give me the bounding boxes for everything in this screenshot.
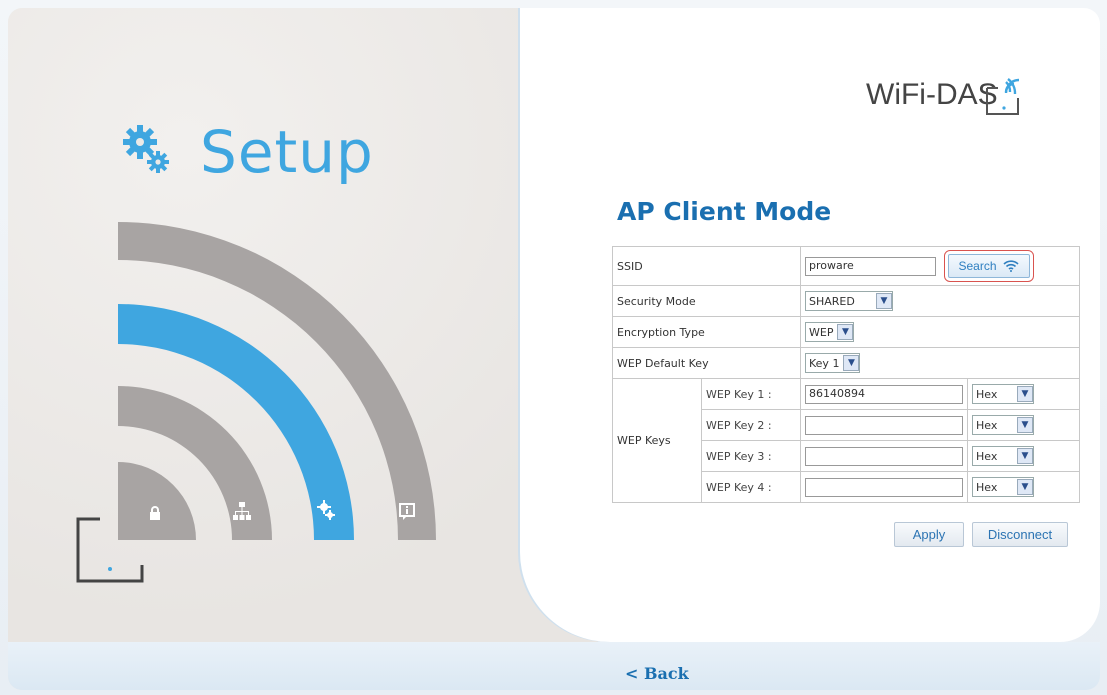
wep-default-key-value: Key 1 xyxy=(809,356,840,370)
security-mode-select[interactable]: SHARED ▼ xyxy=(805,291,893,311)
ssid-label: SSID xyxy=(612,246,801,286)
ssid-input[interactable]: proware xyxy=(805,256,936,276)
chevron-down-icon: ▼ xyxy=(1017,479,1033,495)
chevron-down-icon: ▼ xyxy=(1017,386,1033,402)
chevron-down-icon: ▼ xyxy=(876,293,892,309)
wep-default-key-select[interactable]: Key 1 ▼ xyxy=(805,353,861,373)
wifi-icon xyxy=(986,78,1020,115)
wep-key-3-format-select[interactable]: Hex ▼ xyxy=(972,446,1034,466)
router-icon xyxy=(76,517,144,583)
gear-icon xyxy=(123,125,169,173)
bottom-bar xyxy=(8,642,1100,690)
settings-table: SSID proware Search Security Mode SHARED… xyxy=(612,246,1080,503)
wep-key-4-format-select[interactable]: Hex ▼ xyxy=(972,477,1034,497)
wep-key-4-label: WEP Key 4 : xyxy=(701,471,801,503)
wep-key-1-format: Hex xyxy=(976,387,998,401)
wep-key-4-input[interactable] xyxy=(805,477,963,497)
wep-key-2-label: WEP Key 2 : xyxy=(701,409,801,441)
wifi-arcs-graphic xyxy=(118,222,436,540)
wep-key-2-input[interactable] xyxy=(805,415,963,435)
encryption-type-value: WEP xyxy=(809,325,834,339)
chevron-down-icon: ▼ xyxy=(843,355,860,371)
wep-key-1-label: WEP Key 1 : xyxy=(701,378,801,410)
wep-keys-label: WEP Keys xyxy=(612,378,702,503)
search-button-label: Search xyxy=(958,259,997,273)
app-frame: Setup WiFi-DAS AP Client Mode SSID prowa… xyxy=(0,0,1107,695)
apply-button[interactable]: Apply xyxy=(894,522,964,547)
page-title: AP Client Mode xyxy=(617,197,832,226)
encryption-type-label: Encryption Type xyxy=(612,316,801,348)
wep-key-1-format-select[interactable]: Hex ▼ xyxy=(972,384,1034,404)
wep-key-2-format: Hex xyxy=(976,418,998,432)
wep-key-2-format-select[interactable]: Hex ▼ xyxy=(972,415,1034,435)
chevron-down-icon: ▼ xyxy=(1017,448,1033,464)
disconnect-button[interactable]: Disconnect xyxy=(972,522,1068,547)
search-highlight: Search xyxy=(943,250,1034,282)
wep-key-3-label: WEP Key 3 : xyxy=(701,440,801,472)
info-icon[interactable] xyxy=(399,503,415,521)
security-mode-label: Security Mode xyxy=(612,285,801,317)
back-link[interactable]: < Back xyxy=(625,664,689,683)
chevron-down-icon: ▼ xyxy=(1017,417,1033,433)
wep-key-3-input[interactable] xyxy=(805,446,963,466)
wifi-icon xyxy=(1002,260,1019,272)
wep-key-4-format: Hex xyxy=(976,480,998,494)
search-button[interactable]: Search xyxy=(947,254,1030,278)
brand-logo: WiFi-DAS xyxy=(866,78,998,111)
settings-icon[interactable] xyxy=(317,500,335,520)
wep-key-1-input[interactable]: 86140894 xyxy=(805,384,963,404)
network-icon[interactable] xyxy=(233,502,251,522)
lock-icon[interactable] xyxy=(149,506,161,520)
wep-default-key-label: WEP Default Key xyxy=(612,347,801,379)
security-mode-value: SHARED xyxy=(809,294,855,308)
chevron-down-icon: ▼ xyxy=(837,324,854,340)
page-heading-setup: Setup xyxy=(200,118,374,186)
wep-key-3-format: Hex xyxy=(976,449,998,463)
encryption-type-select[interactable]: WEP ▼ xyxy=(805,322,855,342)
